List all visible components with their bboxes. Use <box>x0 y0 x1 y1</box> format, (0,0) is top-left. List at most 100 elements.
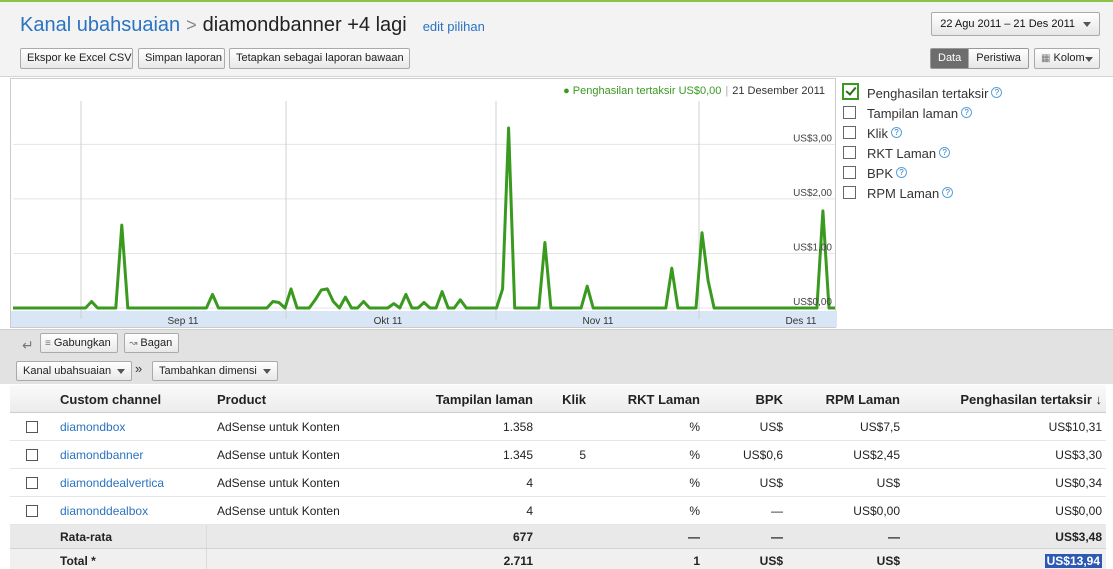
table-row: diamonddealvertica AdSense untuk Konten … <box>10 469 1106 497</box>
earnings-cell: US$3,30 <box>1055 448 1102 462</box>
chevron-down-icon <box>117 369 126 374</box>
view-toggle: Data Peristiwa <box>930 48 1029 69</box>
merge-button[interactable]: ≡ Gabungkan <box>40 333 118 353</box>
total-pageviews: 2.711 <box>503 554 533 568</box>
ctr-cell: % <box>689 504 700 518</box>
dimension-separator-icon: » <box>135 361 143 376</box>
col-rpm[interactable]: RPM Laman <box>826 392 900 407</box>
table-header: Custom channel Product Tampilan laman Kl… <box>10 385 1106 413</box>
ctr-cell: % <box>689 476 700 490</box>
chevron-down-icon <box>262 369 271 374</box>
row-checkbox[interactable] <box>26 421 38 433</box>
metric-label: Tampilan laman <box>867 106 959 121</box>
earnings-chart[interactable]: ● Penghasilan tertaksir US$0,00 | 21 Desem… <box>10 78 837 328</box>
help-icon[interactable]: ? <box>942 187 954 198</box>
y-tick-label: US$2,00 <box>793 188 832 199</box>
pageviews-cell: 4 <box>526 476 533 490</box>
col-cpc[interactable]: BPK <box>756 392 783 407</box>
chart-button[interactable]: ↝ Bagan <box>124 333 180 353</box>
set-default-report-button[interactable]: Tetapkan sebagai laporan bawaan <box>229 48 410 69</box>
date-range-value: 22 Agu 2011 – 21 Des 2011 <box>940 18 1075 30</box>
chevron-down-icon <box>1083 22 1091 27</box>
row-checkbox[interactable] <box>26 449 38 461</box>
total-rpm: US$ <box>876 554 900 568</box>
report-header: Kanal ubahsuaian > diamondbanner +4 lagi ed… <box>0 0 1113 77</box>
columns-dropdown[interactable]: ▦ Kolom <box>1034 48 1100 69</box>
pageviews-cell: 4 <box>526 504 533 518</box>
channel-link[interactable]: diamondbanner <box>60 448 143 462</box>
pageviews-cell: 1.345 <box>502 448 533 462</box>
metric-rpm[interactable]: RPM Laman? <box>842 182 1102 202</box>
col-channel[interactable]: Custom channel <box>60 392 161 407</box>
average-label: Rata-rata <box>60 530 113 544</box>
channel-link[interactable]: diamondbox <box>60 420 125 434</box>
date-range-picker[interactable]: 22 Agu 2011 – 21 Des 2011 <box>931 12 1100 36</box>
metric-pageviews[interactable]: Tampilan laman? <box>842 102 1102 122</box>
help-icon[interactable]: ? <box>991 87 1003 98</box>
columns-grid-icon: ▦ <box>1041 53 1051 64</box>
channel-link[interactable]: diamonddealbox <box>60 504 148 518</box>
save-report-button[interactable]: Simpan laporan <box>138 48 225 69</box>
average-ctr: — <box>688 530 700 544</box>
metric-clicks[interactable]: Klik? <box>842 122 1102 142</box>
rpm-cell: US$ <box>876 476 900 490</box>
dimension-dropdown[interactable]: Kanal ubahsuaian <box>16 361 133 381</box>
metric-checkbox[interactable] <box>843 126 856 139</box>
rpm-cell: US$0,00 <box>853 504 900 518</box>
help-icon[interactable]: ? <box>890 127 902 138</box>
edit-selection-link[interactable]: edit pilihan <box>423 19 485 34</box>
breadcrumb-current: diamondbanner +4 lagi <box>202 14 407 36</box>
earnings-cell: US$0,00 <box>1055 504 1102 518</box>
product-cell: AdSense untuk Konten <box>217 420 340 434</box>
column-divider <box>206 525 207 548</box>
breadcrumb-separator: > <box>186 15 197 35</box>
col-clicks[interactable]: Klik <box>562 392 586 407</box>
rpm-cell: US$2,45 <box>853 448 900 462</box>
col-earnings[interactable]: Penghasilan tertaksir ↓ <box>960 392 1102 407</box>
breadcrumb: Kanal ubahsuaian > diamondbanner +4 lagi ed… <box>20 14 485 37</box>
total-row: Total * 2.711 1 US$ US$ US$13,94 <box>10 549 1106 569</box>
cpc-cell: — <box>771 504 783 518</box>
breadcrumb-parent-link[interactable]: Kanal ubahsuaian <box>20 14 180 36</box>
chevron-down-icon <box>1085 57 1093 62</box>
average-rpm: — <box>888 530 900 544</box>
metric-earnings[interactable]: Penghasilan tertaksir? <box>842 82 1102 102</box>
channel-link[interactable]: diamonddealvertica <box>60 476 164 490</box>
metric-checkbox[interactable] <box>843 146 856 159</box>
earnings-cell: US$0,34 <box>1055 476 1102 490</box>
cpc-cell: US$ <box>759 420 783 434</box>
total-label: Total * <box>60 554 96 568</box>
product-cell: AdSense untuk Konten <box>217 504 340 518</box>
metric-label: Penghasilan tertaksir <box>867 86 989 101</box>
add-dimension-label: Tambahkan dimensi <box>159 365 257 377</box>
metric-ctr[interactable]: RKT Laman? <box>842 142 1102 162</box>
metric-checkbox[interactable] <box>843 186 856 199</box>
col-ctr[interactable]: RKT Laman <box>628 392 700 407</box>
help-icon[interactable]: ? <box>961 107 973 118</box>
data-tab[interactable]: Data <box>931 49 969 68</box>
undo-arrow-icon[interactable]: ↵ <box>22 337 34 354</box>
help-icon[interactable]: ? <box>939 147 951 158</box>
total-earnings: US$13,94 <box>1044 554 1102 568</box>
average-earnings: US$3,48 <box>1055 530 1102 544</box>
help-icon[interactable]: ? <box>896 167 908 178</box>
metric-cpc[interactable]: BPK? <box>842 162 1102 182</box>
row-checkbox[interactable] <box>26 505 38 517</box>
events-tab[interactable]: Peristiwa <box>968 49 1028 68</box>
cpc-cell: US$0,6 <box>742 448 783 462</box>
metric-checkbox[interactable] <box>843 166 856 179</box>
x-tick-label: Sep 11 <box>168 316 199 327</box>
x-tick-label: Nov 11 <box>583 316 614 327</box>
ctr-cell: % <box>689 420 700 434</box>
metric-checkbox[interactable] <box>843 106 856 119</box>
table-row: diamonddealbox AdSense untuk Konten 4 % … <box>10 497 1106 525</box>
col-product[interactable]: Product <box>217 392 266 407</box>
add-dimension-dropdown[interactable]: Tambahkan dimensi <box>152 361 278 381</box>
col-pageviews[interactable]: Tampilan laman <box>436 392 533 407</box>
metric-checkbox[interactable] <box>842 83 859 100</box>
row-checkbox[interactable] <box>26 477 38 489</box>
export-csv-button[interactable]: Ekspor ke Excel CSV <box>20 48 133 69</box>
cpc-cell: US$ <box>759 476 783 490</box>
metric-label: BPK <box>867 166 894 181</box>
dimension-label: Kanal ubahsuaian <box>23 365 112 377</box>
